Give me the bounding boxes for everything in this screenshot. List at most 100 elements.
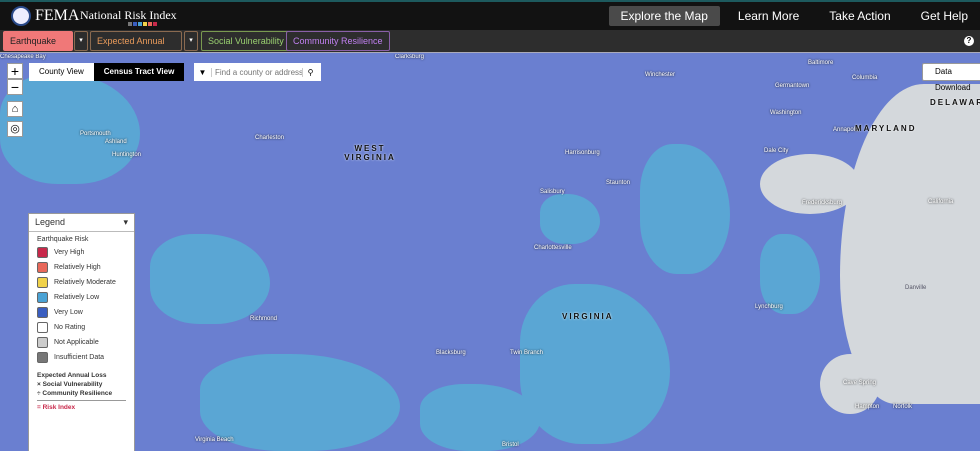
map-region — [520, 284, 670, 444]
dhs-seal-icon — [11, 6, 31, 26]
app-title[interactable]: National Risk Index — [80, 8, 177, 23]
city-label: Portsmouth — [80, 131, 111, 137]
legend-label: Relatively Moderate — [54, 279, 116, 286]
city-label: Washington — [770, 110, 802, 116]
eal-dropdown-caret[interactable]: ▾ — [184, 31, 198, 51]
nav-get-help[interactable]: Get Help — [909, 6, 980, 26]
map-region — [760, 234, 820, 314]
social-vulnerability-button[interactable]: Social Vulnerability — [201, 31, 291, 51]
map-region — [540, 194, 600, 244]
search-dropdown-icon[interactable]: ▼ — [194, 67, 212, 77]
legend-item: Very High — [37, 247, 134, 258]
city-label: Clarksburg — [395, 54, 425, 60]
city-label: Winchester — [645, 72, 676, 78]
legend-item: No Rating — [37, 322, 134, 333]
city-label: Lynchburg — [755, 304, 783, 310]
filter-bar: Earthquake (RI) ▾ Expected Annual Loss ▾… — [0, 30, 980, 64]
map-region — [640, 144, 730, 274]
city-label: Baltimore — [808, 60, 834, 66]
legend-swatch — [37, 322, 48, 333]
state-label: VIRGINIA — [562, 312, 614, 321]
legend-label: Insufficient Data — [54, 354, 105, 361]
city-label: Bristol — [502, 442, 519, 448]
city-label: Huntington — [112, 152, 142, 158]
legend-item: Insufficient Data — [37, 352, 134, 363]
legend-swatch — [37, 292, 48, 303]
city-label: Chesapeake Bay — [0, 54, 46, 60]
eal-filter-button[interactable]: Expected Annual Loss — [90, 31, 182, 64]
home-icon[interactable]: ⌂ — [7, 101, 23, 117]
state-label: DELAWARE — [930, 98, 980, 107]
legend-label: Very High — [54, 249, 85, 256]
top-navigation-bar: FEMA National Risk Index Explore the Map… — [0, 0, 980, 30]
legend-item: Relatively Low — [37, 292, 134, 303]
city-label: Richmond — [250, 316, 278, 322]
legend-swatch — [37, 277, 48, 288]
fema-logo[interactable]: FEMA — [11, 6, 79, 26]
city-label: Charleston — [255, 135, 285, 141]
search-icon[interactable]: ⚲ — [302, 67, 318, 77]
city-label: Hampton — [855, 404, 880, 410]
formula-line: ÷ Community Resilience — [37, 390, 113, 397]
risk-map[interactable]: Clarksburg Winchester Germantown Columbia Ba… — [0, 54, 980, 451]
nav-take-action[interactable]: Take Action — [817, 6, 902, 26]
zoom-in-button[interactable]: + — [7, 63, 23, 79]
city-label: Fredericksburg — [802, 200, 843, 206]
city-label: Columbia — [852, 75, 878, 81]
city-label: Virginia Beach — [195, 437, 234, 443]
city-label: Cave Spring — [843, 380, 877, 386]
legend-label: No Rating — [54, 324, 86, 331]
state-label: WEST VIRGINIA — [344, 144, 396, 162]
city-label: Ashland — [105, 139, 127, 145]
county-view-tab[interactable]: County View — [29, 63, 94, 81]
city-label: Harrisonburg — [565, 150, 600, 156]
community-resilience-button[interactable]: Community Resilience — [286, 31, 390, 51]
legend-swatch — [37, 247, 48, 258]
legend-subtitle: Earthquake Risk — [37, 236, 89, 243]
nri-color-dots — [128, 22, 157, 26]
city-label: Germantown — [775, 83, 810, 89]
formula-result: = Risk Index — [37, 404, 76, 411]
city-label: Salisbury — [540, 189, 565, 195]
formula-line: Expected Annual Loss — [37, 372, 107, 379]
legend-item: Not Applicable — [37, 337, 134, 348]
search-box: ▼ ⚲ — [194, 63, 321, 81]
legend-swatch — [37, 337, 48, 348]
map-region — [150, 234, 270, 324]
city-label: Twin Branch — [510, 350, 544, 356]
legend-label: Very Low — [54, 309, 83, 316]
legend-item: Relatively Moderate — [37, 277, 134, 288]
city-label: California — [928, 199, 954, 205]
legend-label: Not Applicable — [54, 339, 99, 346]
logo-text: FEMA — [35, 7, 80, 24]
legend-label: Relatively Low — [54, 294, 100, 301]
city-label: Blacksburg — [436, 350, 466, 356]
city-label: Danville — [905, 285, 927, 291]
legend-panel: Legend ▾ Earthquake Risk Very High Relativ… — [28, 213, 135, 451]
risk-filter-button[interactable]: Earthquake (RI) — [3, 31, 73, 64]
city-label: Norfolk — [893, 404, 913, 410]
chevron-down-icon: ▾ — [123, 217, 128, 227]
nav-learn-more[interactable]: Learn More — [726, 6, 811, 26]
data-download-button[interactable]: Data Download — [922, 63, 980, 92]
search-input[interactable] — [212, 67, 302, 77]
legend-swatch — [37, 352, 48, 363]
nav-explore-map[interactable]: Explore the Map — [608, 6, 720, 26]
legend-swatch — [37, 307, 48, 318]
locate-icon[interactable]: ◎ — [7, 121, 23, 137]
state-label: MARYLAND — [855, 124, 917, 133]
legend-title: Legend — [35, 217, 66, 227]
zoom-out-button[interactable]: − — [7, 79, 23, 95]
legend-item: Relatively High — [37, 262, 134, 273]
legend-label: Relatively High — [54, 264, 101, 271]
formula-line: × Social Vulnerability — [37, 381, 103, 388]
city-label: Staunton — [606, 180, 631, 186]
legend-swatch — [37, 262, 48, 273]
help-icon[interactable]: ? — [964, 36, 974, 46]
census-tract-view-tab[interactable]: Census Tract View — [93, 63, 185, 81]
legend-header[interactable]: Legend ▾ — [29, 214, 134, 232]
legend-item: Very Low — [37, 307, 134, 318]
city-label: Dale City — [764, 148, 789, 154]
city-label: Charlottesville — [534, 245, 572, 251]
risk-dropdown-caret[interactable]: ▾ — [74, 31, 88, 51]
